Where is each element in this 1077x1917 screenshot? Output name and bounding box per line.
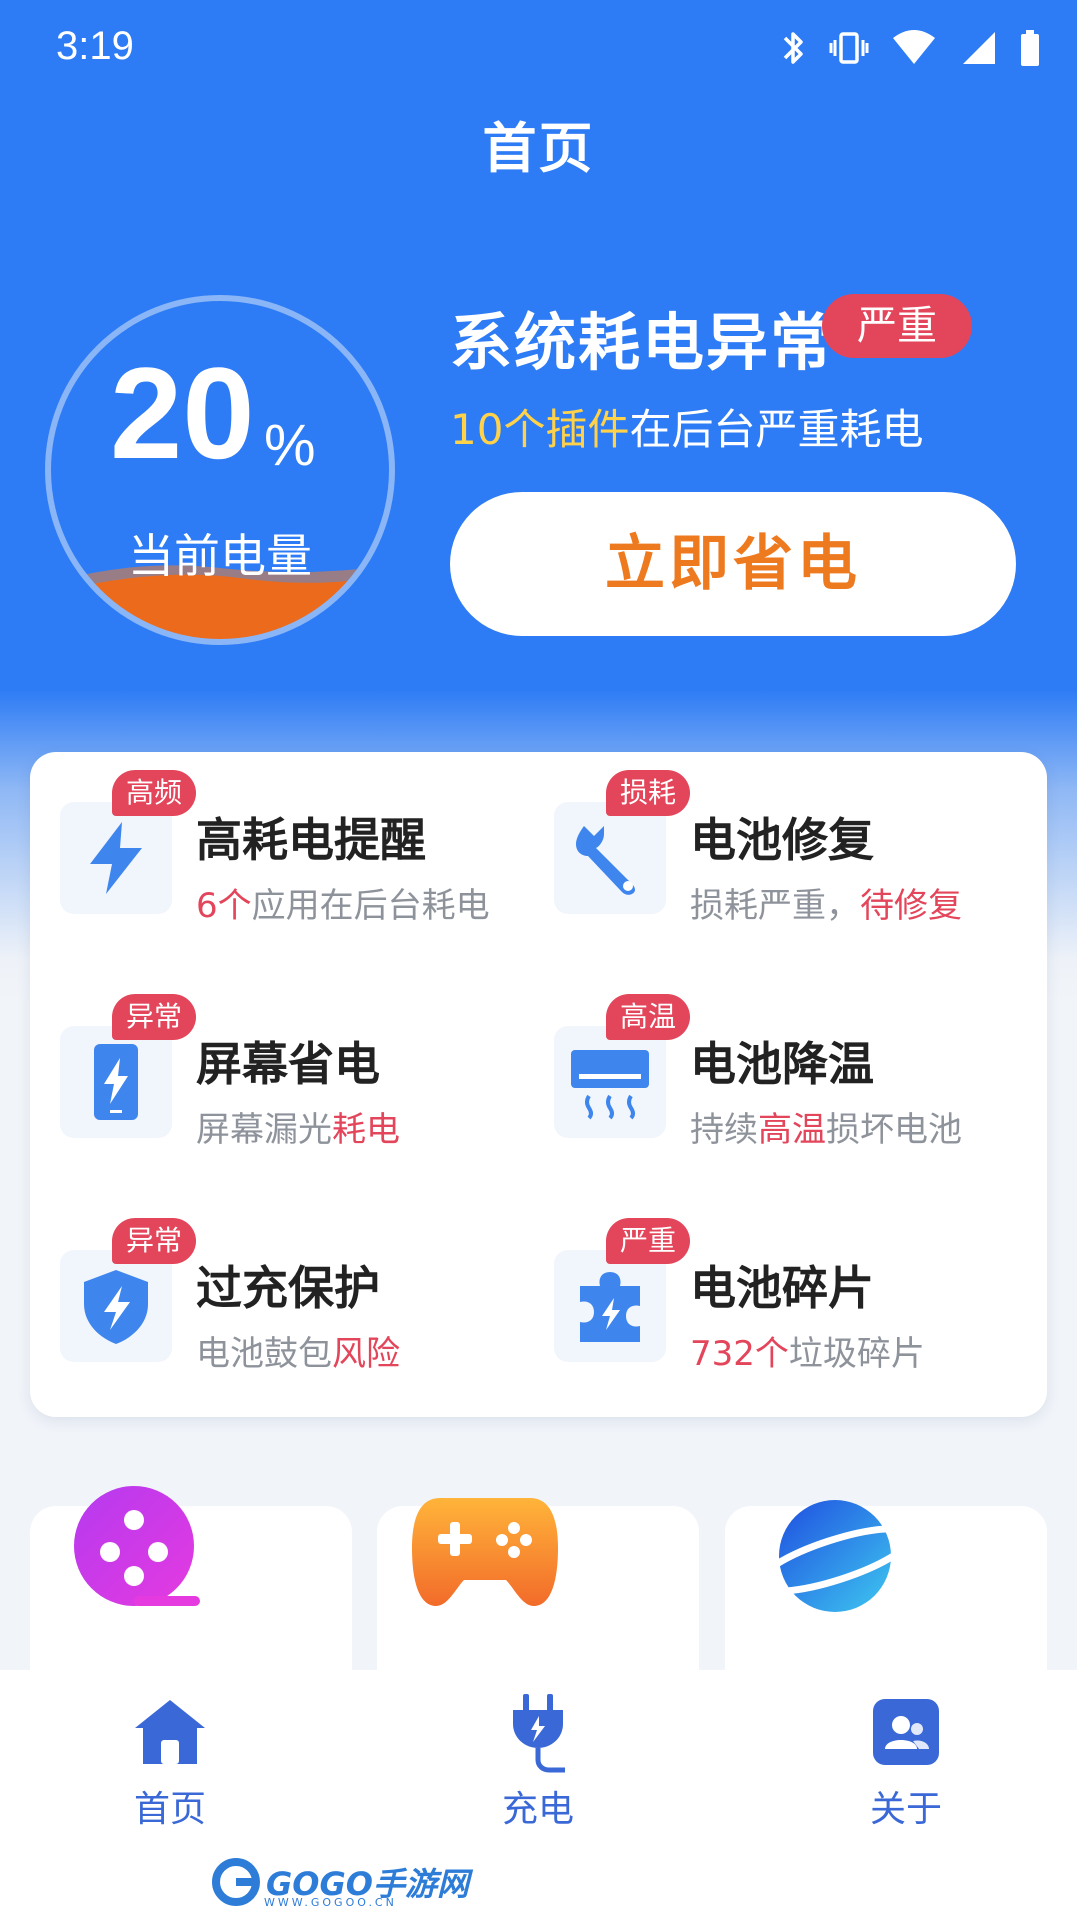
tool-name: 电池降温 — [690, 1037, 874, 1091]
status-icons — [779, 28, 1041, 68]
tool-desc-highlight: 风险 — [332, 1334, 400, 1374]
tool-high-drain-alert[interactable]: 高频 高耗电提醒 6个应用在后台耗电 — [30, 752, 510, 926]
plug-icon — [438, 1692, 638, 1773]
tool-battery-cooling[interactable]: 高温 电池降温 持续高温损坏电池 — [524, 976, 1004, 1150]
bottom-nav: 首页 充电 关于 — [0, 1670, 1077, 1917]
battery-label: 当前电量 — [128, 529, 312, 583]
cell-signal-icon — [959, 28, 997, 68]
gamepad-icon — [412, 1498, 558, 1606]
lightning-icon — [60, 802, 172, 914]
tool-badge: 高频 — [112, 770, 197, 816]
nav-label: 首页 — [133, 1789, 206, 1830]
tool-name: 高耗电提醒 — [196, 813, 426, 867]
tool-battery-fragments[interactable]: 严重 电池碎片 732个垃圾碎片 — [524, 1200, 1004, 1374]
alert-subtitle-text: 在后台严重耗电 — [629, 405, 924, 454]
tool-name: 电池修复 — [690, 813, 874, 867]
nav-charge[interactable]: 充电 — [438, 1692, 638, 1832]
tool-overcharge-protection[interactable]: 异常 过充保护 电池鼓包风险 — [30, 1200, 510, 1374]
tool-desc-text: 损耗严重， — [690, 886, 860, 926]
tools-card: 高频 高耗电提醒 6个应用在后台耗电 损耗 电池修复 损耗严重，待修复 异常 屏… — [30, 752, 1047, 1417]
air-conditioner-icon — [554, 1026, 666, 1138]
tool-desc-highlight: 高温 — [758, 1110, 826, 1150]
tool-name: 电池碎片 — [690, 1261, 874, 1315]
tool-badge: 高温 — [606, 994, 691, 1040]
status-time: 3:19 — [56, 24, 134, 68]
severity-badge: 严重 — [822, 294, 972, 358]
tool-desc-highlight: 耗电 — [332, 1110, 400, 1150]
tool-desc: 732个垃圾碎片 — [690, 1326, 925, 1375]
watermark-logo: GOGO手游网 WWW.GOGOO.CN — [212, 1852, 469, 1912]
tool-desc: 6个应用在后台耗电 — [196, 878, 490, 927]
battery-percent-unit: % — [264, 413, 316, 478]
tool-desc: 屏幕漏光耗电 — [196, 1102, 400, 1151]
tool-desc-highlight: 待修复 — [860, 886, 962, 926]
shield-lightning-icon — [60, 1250, 172, 1362]
battery-percent: 20 — [110, 340, 255, 486]
tool-desc: 电池鼓包风险 — [196, 1326, 400, 1375]
tool-desc-text: 屏幕漏光 — [196, 1110, 332, 1150]
nav-home[interactable]: 首页 — [70, 1692, 270, 1832]
tool-desc-text: 应用在后台耗电 — [251, 886, 490, 926]
watermark-g-icon — [212, 1858, 260, 1906]
tool-desc-text: 损坏电池 — [826, 1110, 962, 1150]
battery-status-icon — [1019, 28, 1041, 68]
tool-badge: 严重 — [606, 1218, 691, 1264]
tool-desc: 损耗严重，待修复 — [690, 878, 962, 927]
tool-desc-highlight: 6个 — [196, 886, 252, 926]
vibrate-icon — [829, 28, 869, 68]
tool-badge: 异常 — [112, 994, 197, 1040]
alert-plugin-count: 10个插件 — [450, 405, 630, 454]
save-power-button[interactable]: 立即省电 — [450, 492, 1016, 636]
tool-desc-text: 电池鼓包 — [196, 1334, 332, 1374]
puzzle-icon — [554, 1250, 666, 1362]
wifi-icon — [891, 28, 937, 68]
nav-about[interactable]: 关于 — [806, 1692, 1006, 1832]
tool-badge: 异常 — [112, 1218, 197, 1264]
tool-name: 屏幕省电 — [196, 1037, 380, 1091]
tool-desc-text: 持续 — [690, 1110, 758, 1150]
about-users-icon — [806, 1692, 1006, 1772]
nav-label: 关于 — [869, 1789, 942, 1830]
page-title: 首页 — [482, 117, 595, 180]
bluetooth-icon — [779, 28, 807, 68]
tool-desc-text: 垃圾碎片 — [788, 1334, 925, 1374]
film-reel-icon — [74, 1486, 200, 1606]
alert-subtitle: 10个插件在后台严重耗电 — [450, 396, 923, 457]
tool-desc-highlight: 732个 — [690, 1334, 789, 1374]
status-bar: 3:19 — [0, 0, 1077, 96]
alert-title: 系统耗电异常 — [450, 306, 835, 379]
tool-screen-saver[interactable]: 异常 屏幕省电 屏幕漏光耗电 — [30, 976, 510, 1150]
tool-battery-repair[interactable]: 损耗 电池修复 损耗严重，待修复 — [524, 752, 1004, 926]
nav-label: 充电 — [501, 1789, 574, 1830]
home-icon — [70, 1692, 270, 1772]
watermark-url: WWW.GOGOO.CN — [264, 1896, 397, 1909]
tool-name: 过充保护 — [196, 1261, 380, 1315]
phone-lightning-icon — [60, 1026, 172, 1138]
planet-icon — [755, 1500, 915, 1612]
tool-desc: 持续高温损坏电池 — [690, 1102, 962, 1151]
tool-badge: 损耗 — [606, 770, 691, 816]
wrench-icon — [554, 802, 666, 914]
